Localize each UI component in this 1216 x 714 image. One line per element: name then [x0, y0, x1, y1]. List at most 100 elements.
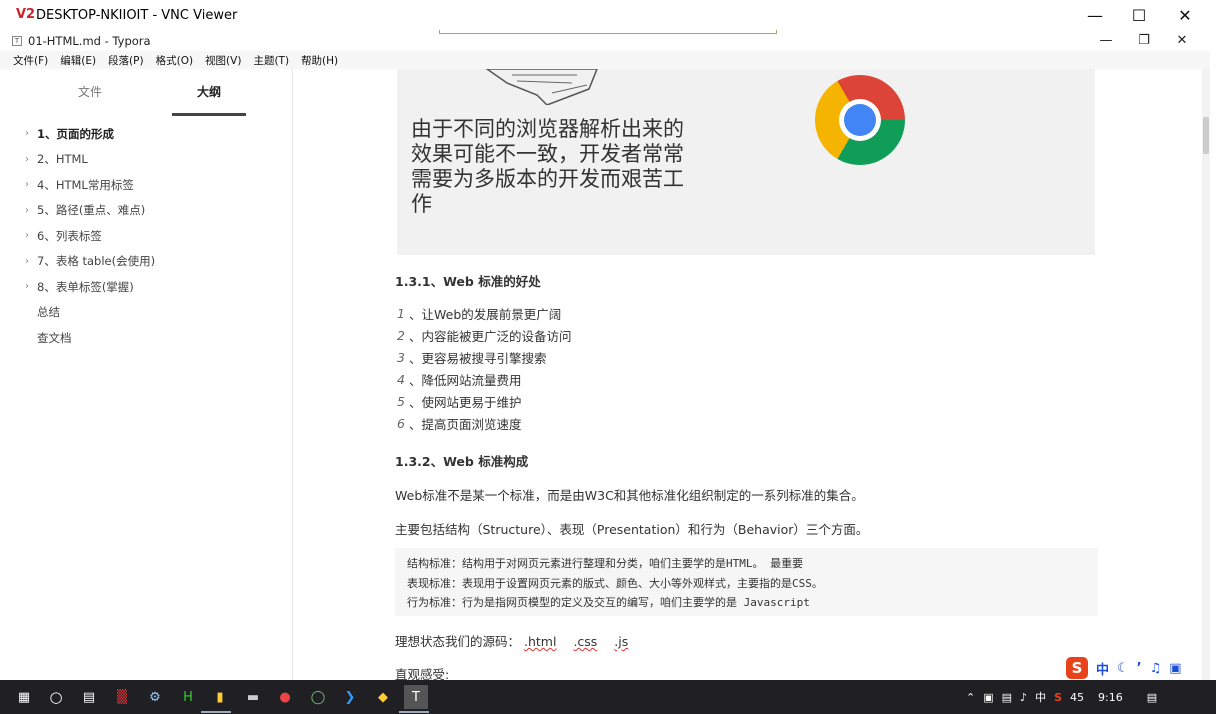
menu-help[interactable]: 帮助(H) — [301, 53, 338, 68]
tray-ime-lang[interactable]: 中 — [1035, 689, 1046, 705]
tool-app-icon[interactable]: ⚙ — [143, 685, 167, 709]
typora-app-icon: T — [12, 35, 22, 46]
editor-scrollbar[interactable] — [1202, 69, 1210, 680]
code-block[interactable]: 结构标准：结构用于对网页元素进行整理和分类，咱们主要学的是HTML。 最重要 表… — [395, 548, 1098, 616]
outline-item-label: 1、页面的形成 — [37, 126, 115, 141]
punctuation-icon[interactable]: ’ — [1137, 661, 1142, 676]
outline-item[interactable]: › 1、页面的形成 — [0, 121, 293, 147]
terminal-icon[interactable]: ▬ — [241, 685, 265, 709]
ext-js: .js — [614, 634, 629, 649]
window-edge — [1210, 51, 1216, 680]
vnc-close-button[interactable]: ✕ — [1162, 0, 1208, 30]
scrollbar-thumb[interactable] — [1203, 117, 1209, 154]
menu-file[interactable]: 文件(F) — [13, 53, 48, 68]
ime-toolbar[interactable]: S 中 ☾ ’ ♫ ▣ — [1066, 656, 1210, 680]
list-item: 1 、让Web的发展前景更广阔 — [397, 302, 572, 324]
typora-restore-button[interactable]: ❐ — [1126, 30, 1162, 51]
vnc-minimize-button[interactable]: — — [1072, 0, 1118, 30]
system-tray: ⌃ ▣ ▤ ♪ 中 S 45 9:16 ▤ — [966, 680, 1157, 714]
ext-html: .html — [524, 634, 557, 649]
editor-area[interactable]: 由于不同的浏览器解析出来的效果可能不一致，开发者常常需要为多版本的开发而艰苦工作… — [294, 69, 1202, 680]
outline-item[interactable]: › 6、列表标签 — [0, 223, 293, 249]
paint-app-icon[interactable]: ◆ — [371, 685, 395, 709]
title-search-frame — [439, 30, 777, 34]
outline-item[interactable]: › 2、HTML — [0, 147, 293, 173]
menu-paragraph[interactable]: 段落(P) — [108, 53, 144, 68]
benefits-list: 1 、让Web的发展前景更广阔 2 、内容能被更广泛的设备访问 3 、更容易被搜寻引擎搜索… — [397, 302, 572, 434]
vscode-icon[interactable]: ❯ — [338, 685, 362, 709]
display-icon[interactable]: ▤ — [1002, 691, 1012, 704]
network-icon[interactable]: ▣ — [983, 691, 993, 704]
code-line: 表现标准：表现用于设置网页元素的版式、颜色、大小等外观样式，主要指的是CSS。 — [407, 576, 823, 590]
list-item-text: 、让Web的发展前景更广阔 — [409, 306, 562, 322]
chevron-right-icon[interactable]: › — [25, 256, 37, 267]
color-palette-icon[interactable]: ▒ — [110, 685, 134, 709]
outline-item[interactable]: 查文档 — [0, 325, 293, 351]
outline-item[interactable]: 总结 — [0, 300, 293, 326]
hbuilder-icon[interactable]: H — [176, 685, 200, 709]
calculator-icon[interactable]: ▤ — [77, 685, 101, 709]
browser-compat-image: 由于不同的浏览器解析出来的效果可能不一致，开发者常常需要为多版本的开发而艰苦工作 — [397, 69, 1095, 255]
chevron-right-icon[interactable]: › — [25, 281, 37, 292]
menu-view[interactable]: 视图(V) — [205, 53, 241, 68]
outline-item-label: 总结 — [37, 305, 60, 320]
code-line: 行为标准：行为是指网页模型的定义及交互的编写，咱们主要学的是 Javascrip… — [407, 596, 810, 609]
typora-taskbar-icon[interactable]: T — [404, 685, 428, 709]
ime-mode-label[interactable]: 中 — [1096, 659, 1109, 678]
code-line: 结构标准：结构用于对网页元素进行整理和分类，咱们主要学的是HTML。 最重要 — [407, 557, 804, 570]
search-circle-icon[interactable]: ○ — [44, 685, 68, 709]
list-item-text: 、使网站更易于维护 — [409, 394, 522, 410]
tray-chevron-icon[interactable]: ⌃ — [966, 691, 975, 704]
outline-item[interactable]: › 7、表格 table(会使用) — [0, 249, 293, 275]
windows-start-icon[interactable]: ▦ — [12, 685, 36, 709]
typora-close-button[interactable]: ✕ — [1164, 30, 1200, 51]
chat-app-icon[interactable]: ◯ — [306, 685, 330, 709]
chevron-right-icon[interactable]: › — [25, 179, 37, 190]
list-item: 2 、内容能被更广泛的设备访问 — [397, 324, 572, 346]
typora-minimize-button[interactable]: — — [1088, 30, 1124, 51]
sogou-tray-icon[interactable]: S — [1054, 691, 1062, 704]
microphone-icon[interactable]: ♫ — [1150, 661, 1162, 676]
list-item-number: 6 — [397, 415, 405, 431]
vnc-title-bar: V2 DESKTOP-NKIIOIT - VNC Viewer — [0, 0, 1216, 30]
chevron-right-icon[interactable]: › — [25, 154, 37, 165]
vnc-maximize-button[interactable]: ☐ — [1116, 0, 1162, 30]
sidebar: 文件 大纲 › 1、页面的形成 › 2、HTML › 4、HTML常用标签 › 5、路径(重点… — [0, 69, 293, 680]
menu-theme[interactable]: 主题(T) — [253, 53, 289, 68]
outline-item[interactable]: › 4、HTML常用标签 — [0, 172, 293, 198]
notification-count[interactable]: 45 — [1070, 691, 1084, 704]
sidebar-tabs: 文件 大纲 — [0, 79, 293, 116]
list-item-text: 、更容易被搜寻引擎搜索 — [409, 350, 547, 366]
menu-bar: 文件(F) 编辑(E) 段落(P) 格式(O) 视图(V) 主题(T) 帮助(H… — [0, 51, 1216, 69]
volume-icon[interactable]: ♪ — [1020, 691, 1027, 704]
outline-item-label: 查文档 — [37, 330, 72, 345]
heading-web-standard-composition: 1.3.2、Web 标准构成 — [395, 454, 529, 469]
chrome-taskbar-icon[interactable]: ● — [273, 685, 297, 709]
taskbar: ▦ ○ ▤ ▒ ⚙ H ▮ ▬ ● ◯ ❯ ◆ T ⌃ ▣ ▤ ♪ 中 S 45… — [0, 680, 1216, 714]
chevron-right-icon[interactable]: › — [25, 128, 37, 139]
chevron-right-icon[interactable]: › — [25, 230, 37, 241]
keyboard-sketch-icon — [485, 69, 598, 105]
list-item-number: 4 — [397, 371, 405, 387]
moon-icon[interactable]: ☾ — [1117, 661, 1129, 676]
paragraph-three-aspects: 主要包括结构（Structure）、表现（Presentation）和行为（Be… — [395, 522, 869, 537]
sogou-ime-icon[interactable]: S — [1066, 657, 1088, 679]
menu-edit[interactable]: 编辑(E) — [60, 53, 96, 68]
chevron-right-icon[interactable]: › — [25, 205, 37, 216]
action-center-icon[interactable]: ▤ — [1147, 691, 1157, 704]
outline-item-label: 7、表格 table(会使用) — [37, 254, 156, 269]
toolbox-icon[interactable]: ▣ — [1169, 661, 1181, 676]
menu-format[interactable]: 格式(O) — [156, 53, 193, 68]
active-app-indicator — [201, 711, 231, 713]
tab-files[interactable]: 文件 — [78, 83, 102, 100]
list-item-text: 、内容能被更广泛的设备访问 — [409, 328, 572, 344]
outline-item[interactable]: › 5、路径(重点、难点) — [0, 198, 293, 224]
outline-item-label: 2、HTML — [37, 152, 88, 167]
tab-outline[interactable]: 大纲 — [197, 83, 221, 100]
list-item-text: 、降低网站流量费用 — [409, 372, 522, 388]
active-app-indicator — [399, 711, 429, 713]
clock[interactable]: 9:16 — [1098, 691, 1123, 704]
outline-item-label: 4、HTML常用标签 — [37, 177, 134, 192]
file-explorer-icon[interactable]: ▮ — [208, 685, 232, 709]
outline-item[interactable]: › 8、表单标签(掌握) — [0, 274, 293, 300]
